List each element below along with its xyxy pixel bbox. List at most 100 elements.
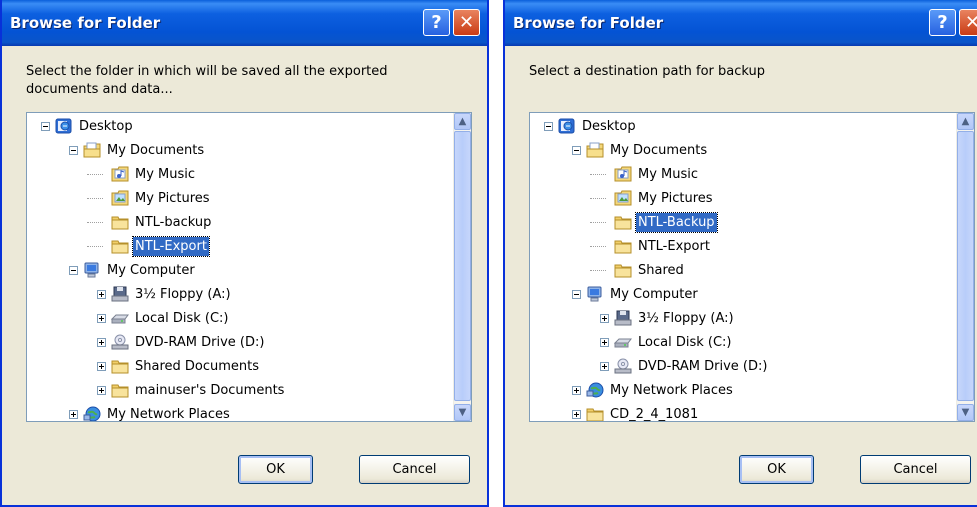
- tree-item[interactable]: DVD-RAM Drive (D:): [27, 331, 447, 353]
- expand-icon[interactable]: [572, 386, 581, 395]
- cancel-button[interactable]: Cancel: [359, 455, 470, 484]
- vertical-scrollbar[interactable]: ▲ ▼: [453, 113, 471, 421]
- ok-button[interactable]: OK: [238, 455, 313, 484]
- tree-item-label[interactable]: Local Disk (C:): [636, 333, 733, 352]
- ok-button[interactable]: OK: [739, 455, 814, 484]
- tree-item-label[interactable]: My Documents: [608, 141, 709, 160]
- tree-item-label[interactable]: mainuser's Documents: [133, 381, 286, 400]
- tree-item-label[interactable]: Desktop: [580, 117, 638, 136]
- tree-item-label[interactable]: My Pictures: [636, 189, 715, 208]
- tree-item[interactable]: My Music: [530, 163, 950, 185]
- tree-item-label[interactable]: My Network Places: [608, 381, 735, 400]
- tree-item[interactable]: My Pictures: [27, 187, 447, 209]
- collapse-icon[interactable]: [41, 122, 50, 131]
- tree-item[interactable]: DVD-RAM Drive (D:): [530, 355, 950, 377]
- scroll-up-icon[interactable]: ▲: [957, 113, 974, 130]
- expand-icon[interactable]: [97, 290, 106, 299]
- tree-item-label[interactable]: My Network Places: [105, 405, 232, 421]
- tree-item[interactable]: My Computer: [530, 283, 950, 305]
- tree-item-label[interactable]: DVD-RAM Drive (D:): [636, 357, 769, 376]
- dialog-title: Browse for Folder: [10, 14, 161, 32]
- scroll-thumb[interactable]: [957, 131, 974, 401]
- close-button[interactable]: ✕: [959, 9, 977, 36]
- tree-item[interactable]: Desktop: [530, 115, 950, 137]
- title-bar[interactable]: Browse for Folder ? ✕: [505, 0, 977, 46]
- tree-item-label[interactable]: NTL-Export: [636, 237, 712, 256]
- title-bar[interactable]: Browse for Folder ? ✕: [2, 0, 487, 46]
- collapse-icon[interactable]: [544, 122, 553, 131]
- collapse-icon[interactable]: [69, 146, 78, 155]
- tree-item[interactable]: 3½ Floppy (A:): [530, 307, 950, 329]
- collapse-icon[interactable]: [572, 146, 581, 155]
- tree-item-label[interactable]: My Music: [133, 165, 197, 184]
- expand-icon[interactable]: [600, 362, 609, 371]
- tree-connector: [87, 174, 103, 175]
- tree-item-label[interactable]: DVD-RAM Drive (D:): [133, 333, 266, 352]
- help-button[interactable]: ?: [423, 9, 450, 36]
- tree-item[interactable]: Desktop: [27, 115, 447, 137]
- tree-item-label[interactable]: Shared Documents: [133, 357, 261, 376]
- help-button[interactable]: ?: [929, 9, 956, 36]
- tree-item-label[interactable]: 3½ Floppy (A:): [636, 309, 736, 328]
- tree-item[interactable]: Local Disk (C:): [27, 307, 447, 329]
- pictures-folder-icon: [111, 190, 129, 206]
- tree-item[interactable]: My Documents: [530, 139, 950, 161]
- dialog-title: Browse for Folder: [513, 14, 664, 32]
- tree-item[interactable]: mainuser's Documents: [27, 379, 447, 401]
- tree-item-label[interactable]: NTL-Backup: [635, 212, 718, 233]
- tree-item[interactable]: My Music: [27, 163, 447, 185]
- pictures-folder-icon: [614, 190, 632, 206]
- computer-icon: [586, 286, 604, 302]
- expand-icon[interactable]: [97, 362, 106, 371]
- tree-item[interactable]: My Computer: [27, 259, 447, 281]
- tree-item[interactable]: 3½ Floppy (A:): [27, 283, 447, 305]
- tree-item[interactable]: My Network Places: [530, 379, 950, 401]
- tree-item-label[interactable]: CD_2_4_1081: [608, 405, 700, 421]
- tree-item-label[interactable]: My Documents: [105, 141, 206, 160]
- dialog-prompt: Select a destination path for backup: [529, 63, 765, 81]
- expand-icon[interactable]: [600, 314, 609, 323]
- tree-item-label[interactable]: Shared: [636, 261, 686, 280]
- folder-icon: [614, 214, 632, 230]
- tree-item-label[interactable]: My Computer: [105, 261, 197, 280]
- expand-icon[interactable]: [97, 314, 106, 323]
- scroll-thumb[interactable]: [454, 131, 471, 401]
- expand-icon[interactable]: [69, 410, 78, 419]
- expand-icon[interactable]: [97, 338, 106, 347]
- tree-item-label[interactable]: NTL-Export: [132, 236, 210, 257]
- tree-item-label[interactable]: 3½ Floppy (A:): [133, 285, 233, 304]
- tree-item[interactable]: Shared Documents: [27, 355, 447, 377]
- tree-item[interactable]: CD_2_4_1081: [530, 403, 950, 421]
- browse-folder-dialog-backup: Browse for Folder ? ✕ Select a destinati…: [503, 0, 977, 507]
- folder-tree[interactable]: Desktop My Documents My Music My Pictures NT…: [26, 112, 472, 422]
- tree-item[interactable]: NTL-Export: [27, 235, 447, 257]
- tree-item[interactable]: NTL-Export: [530, 235, 950, 257]
- expand-icon[interactable]: [600, 338, 609, 347]
- tree-item-label[interactable]: My Music: [636, 165, 700, 184]
- scroll-up-icon[interactable]: ▲: [454, 113, 471, 130]
- vertical-scrollbar[interactable]: ▲ ▼: [956, 113, 974, 421]
- tree-item[interactable]: NTL-backup: [27, 211, 447, 233]
- collapse-icon[interactable]: [69, 266, 78, 275]
- scroll-down-icon[interactable]: ▼: [454, 404, 471, 421]
- tree-item-label[interactable]: Desktop: [77, 117, 135, 136]
- desktop-icon: [55, 118, 73, 134]
- tree-item[interactable]: My Network Places: [27, 403, 447, 421]
- folder-tree[interactable]: Desktop My Documents My Music My Pictures NT…: [529, 112, 975, 422]
- expand-icon[interactable]: [97, 386, 106, 395]
- collapse-icon[interactable]: [572, 290, 581, 299]
- tree-item[interactable]: Local Disk (C:): [530, 331, 950, 353]
- tree-item[interactable]: Shared: [530, 259, 950, 281]
- tree-item-label[interactable]: My Computer: [608, 285, 700, 304]
- cancel-button[interactable]: Cancel: [860, 455, 971, 484]
- folder-icon: [111, 214, 129, 230]
- tree-item-label[interactable]: My Pictures: [133, 189, 212, 208]
- tree-item[interactable]: My Pictures: [530, 187, 950, 209]
- tree-item[interactable]: My Documents: [27, 139, 447, 161]
- tree-item[interactable]: NTL-Backup: [530, 211, 950, 233]
- tree-item-label[interactable]: NTL-backup: [133, 213, 213, 232]
- scroll-down-icon[interactable]: ▼: [957, 404, 974, 421]
- expand-icon[interactable]: [572, 410, 581, 419]
- close-button[interactable]: ✕: [453, 9, 480, 36]
- tree-item-label[interactable]: Local Disk (C:): [133, 309, 230, 328]
